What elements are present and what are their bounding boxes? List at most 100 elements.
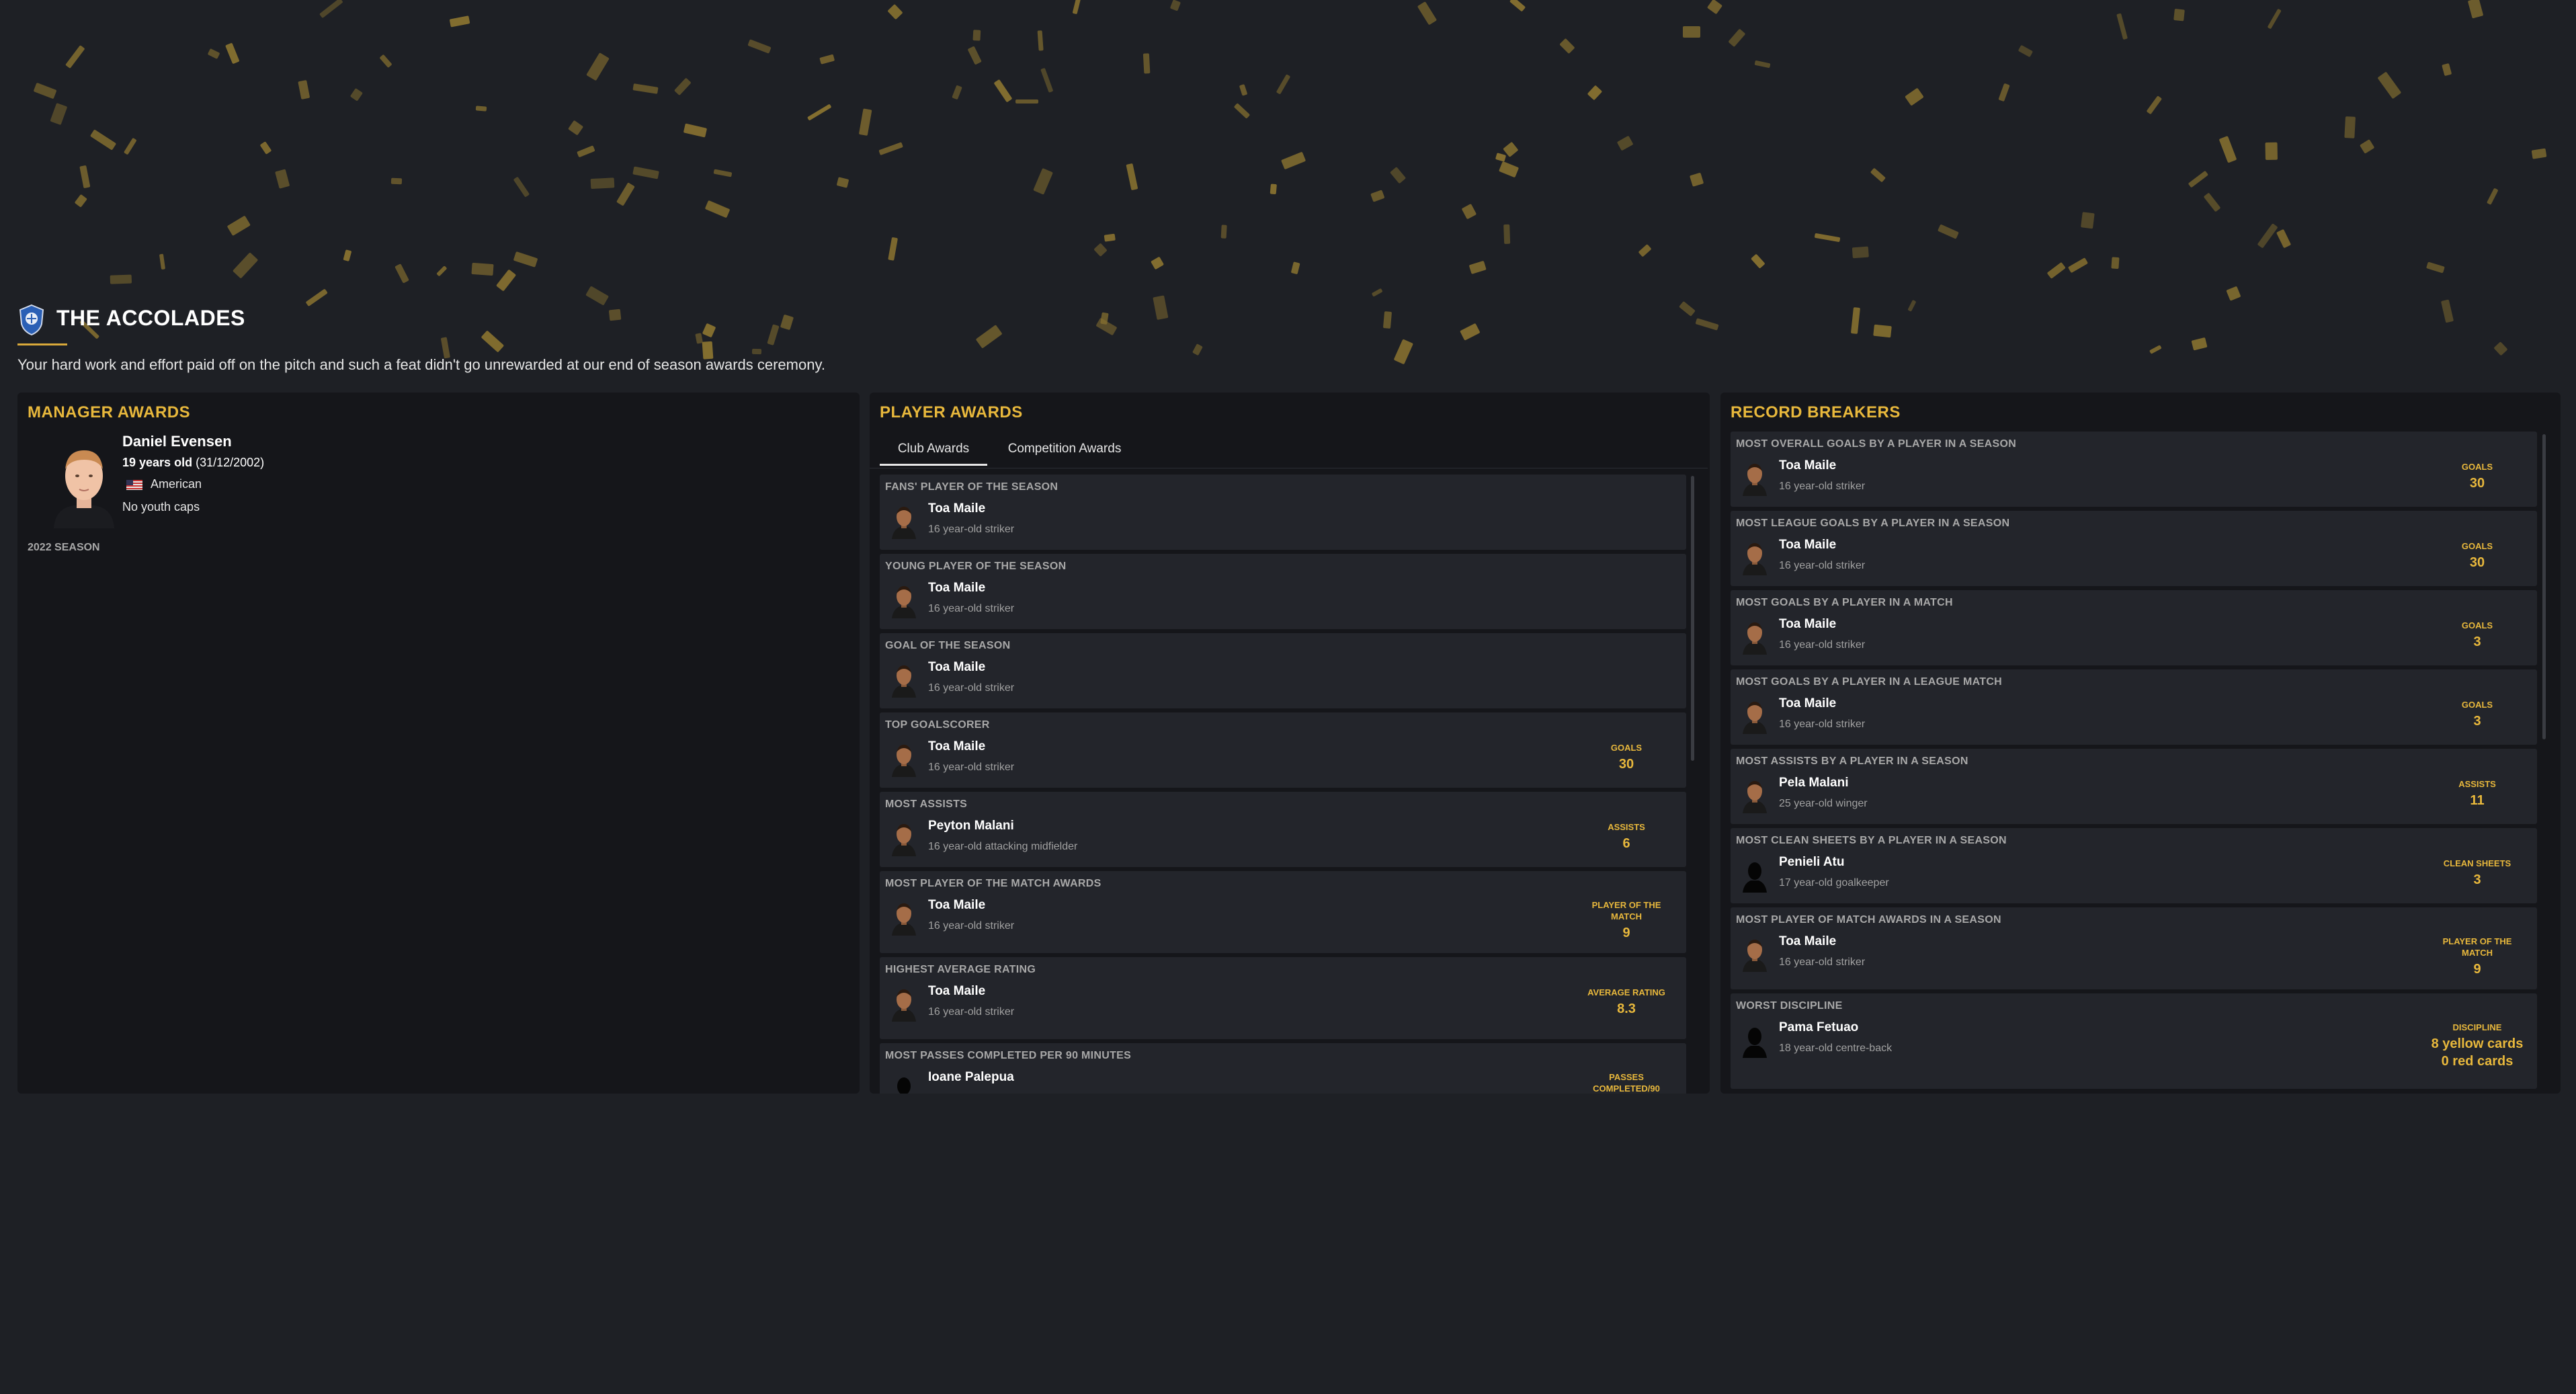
stat-value: 30 [2469,555,2485,570]
confetti-piece [1233,102,1251,119]
record-breakers-list[interactable]: MOST OVERALL GOALS BY A PLAYER IN A SEAS… [1731,432,2537,1094]
player-name-link[interactable]: Peyton Malani [928,819,1014,833]
confetti-piece [1638,244,1652,257]
tab-club-awards[interactable]: Club Awards [880,437,987,466]
confetti-piece [1468,260,1487,274]
confetti-piece [2487,188,2499,205]
manager-caps: No youth caps [122,500,200,514]
award-stat: GOALS 3 [2427,620,2528,650]
confetti-piece [110,274,132,285]
confetti-piece [2111,257,2120,270]
confetti-piece [1239,84,1248,97]
confetti-piece [1905,87,1925,106]
confetti-piece [2377,71,2402,99]
tab-competition-awards[interactable]: Competition Awards [997,437,1132,464]
confetti-piece [89,129,116,151]
player-name-link[interactable]: Toa Maile [1779,934,1836,949]
confetti-piece [1383,311,1392,329]
player-name-link[interactable]: Toa Maile [1779,458,1836,473]
confetti-piece [1814,233,1841,243]
award-card: TOP GOALSCORER Toa Maile 16 year-old strik… [880,712,1686,788]
confetti-piece [159,253,166,270]
player-description: 16 year-old striker [1779,560,1866,571]
confetti-piece [1873,325,1893,339]
confetti-piece [1499,161,1520,178]
player-name-link[interactable]: Toa Maile [1779,538,1836,552]
player-description: 16 year-old striker [1779,956,1866,968]
confetti-piece [1728,28,1746,47]
confetti-piece [2531,148,2547,159]
confetti-piece [1504,224,1511,244]
player-name-link[interactable]: Pela Malani [1779,776,1849,790]
player-portrait [892,665,916,698]
player-portrait [892,745,916,777]
season-label: 2022 SEASON [28,542,100,553]
award-category: GOAL OF THE SEASON [885,640,1011,651]
manager-portrait [54,450,114,528]
confetti-piece [1850,307,1860,335]
player-name-link[interactable]: Ioane Palepua [928,1070,1014,1085]
player-awards-list[interactable]: FANS' PLAYER OF THE SEASON Toa Maile 16 ye… [880,475,1686,1094]
award-card: MOST PLAYER OF MATCH AWARDS IN A SEASON T… [1731,907,2537,989]
confetti-piece [440,336,451,359]
player-name-link[interactable]: Toa Maile [1779,617,1836,632]
confetti-piece [1559,38,1575,54]
player-description: 17 year-old goalkeeper [1779,877,1889,889]
player-awards-scrollbar[interactable] [1691,476,1694,761]
confetti-piece [819,54,835,65]
award-card: MOST ASSISTS BY A PLAYER IN A SEASON Pela… [1731,749,2537,824]
confetti-piece [74,194,87,208]
manager-name[interactable]: Daniel Evensen [122,433,232,450]
player-name-link[interactable]: Toa Maile [1779,696,1836,711]
confetti-piece [1192,343,1204,356]
confetti-piece [751,349,762,355]
manager-awards-panel: MANAGER AWARDS Daniel Evensen 19 years o… [17,393,860,1094]
confetti-piece [1151,256,1165,270]
stat-value: 3 [2473,872,2481,887]
player-name-link[interactable]: Toa Maile [928,501,985,516]
confetti-piece [2149,345,2162,355]
confetti-piece [1459,323,1481,341]
confetti-piece [1037,30,1044,51]
player-name-link[interactable]: Pama Fetuao [1779,1020,1858,1035]
confetti-piece [2146,95,2162,115]
award-card: FANS' PLAYER OF THE SEASON Toa Maile 16 ye… [880,475,1686,550]
confetti-piece [1152,295,1169,320]
player-name-link[interactable]: Toa Maile [928,660,985,675]
player-name-link[interactable]: Toa Maile [928,984,985,999]
confetti-piece [1142,52,1151,74]
player-name-link[interactable]: Toa Maile [928,898,985,913]
stat-label: PLAYER OF THE MATCH [1591,900,1661,921]
confetti-piece [2467,0,2483,19]
player-description: 16 year-old striker [1779,719,1866,730]
stat-value: 9 [2473,962,2481,977]
confetti-piece [1998,83,2010,102]
confetti-piece [1907,299,1917,312]
stat-value: 9 [1622,926,1630,940]
player-description: 25 year-old winger [1779,798,1868,809]
confetti-piece [1706,0,1723,14]
player-name-link[interactable]: Penieli Atu [1779,855,1844,870]
confetti-piece [343,249,352,262]
player-name-link[interactable]: Toa Maile [928,581,985,596]
player-name-link[interactable]: Toa Maile [928,739,985,754]
stat-label: PASSES COMPLETED/90 [1593,1072,1660,1094]
confetti-piece [993,79,1013,103]
confetti-piece [608,309,622,321]
stat-value: 30 [2469,476,2485,491]
record-breakers-scrollbar[interactable] [2542,434,2546,739]
player-description: 16 year-old striker [1779,481,1866,492]
confetti-piece [1389,166,1406,183]
confetti-piece [79,165,91,189]
player-description: 16 year-old striker [928,1006,1015,1018]
award-category: MOST GOALS BY A PLAYER IN A MATCH [1736,597,1953,608]
title-underline [17,343,67,345]
confetti-background [0,0,2576,376]
confetti-piece [2425,261,2445,274]
confetti-piece [967,46,983,66]
confetti-piece [2441,63,2452,77]
stat-label: GOALS [2461,541,2493,551]
player-description: 16 year-old striker [928,524,1015,535]
confetti-piece [1870,167,1886,183]
stat-label: DISCIPLINE [2452,1022,2502,1032]
